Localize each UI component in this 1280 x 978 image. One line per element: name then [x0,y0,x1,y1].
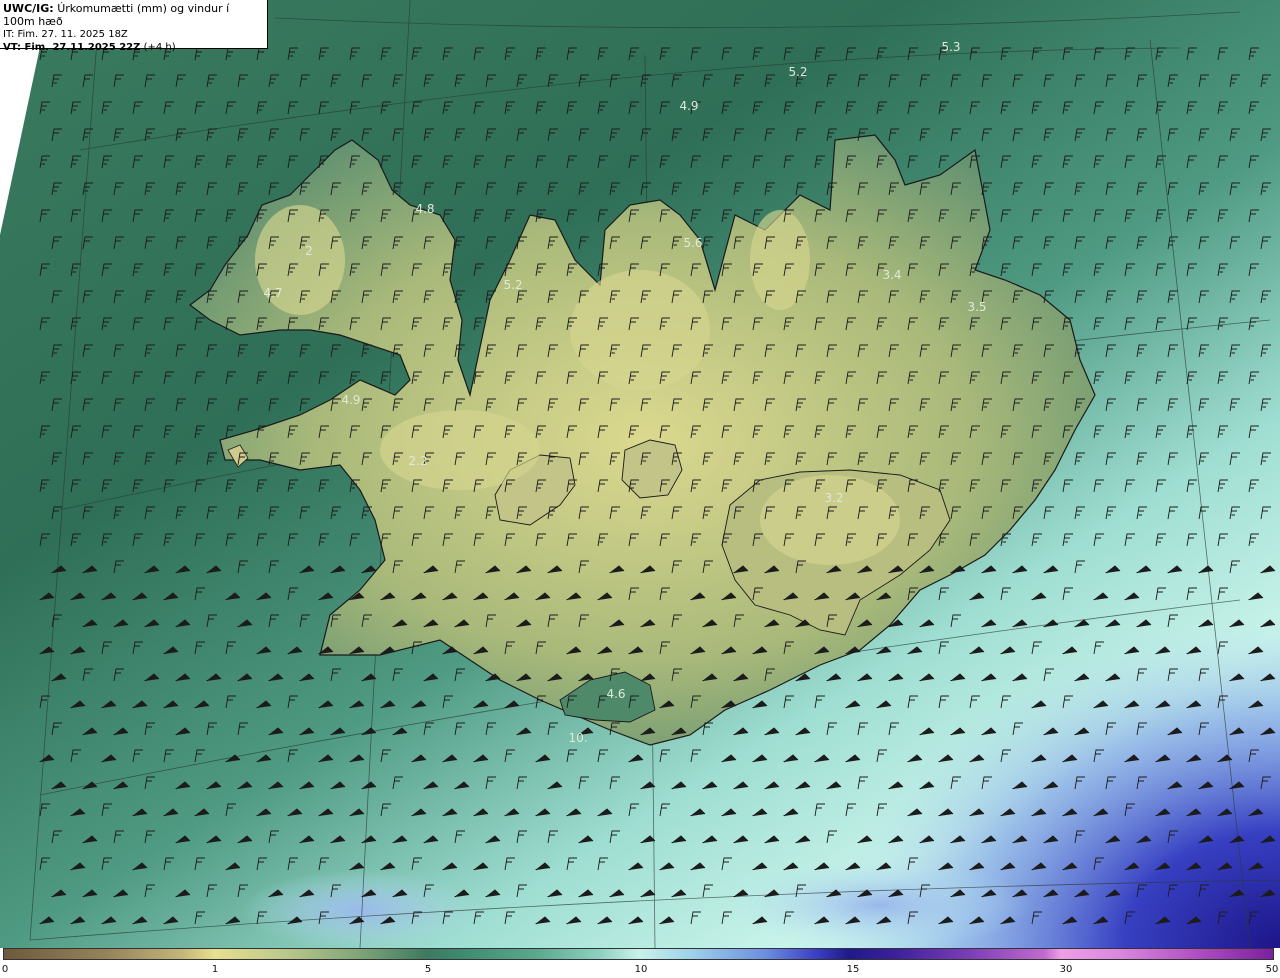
model-id: UWC/IG: [3,2,54,15]
colorbar-tick-label: 30 [1059,964,1073,975]
map-info-box: UWC/IG: Úrkomumætti (mm) og vindur í 100… [0,0,268,53]
precip-value-label: 4.7 [263,286,283,300]
precip-value-label: 5.3 [941,40,961,54]
precip-value-label: 4.9 [341,393,361,407]
valid-time-line: VT: Fim. 27.11.2025 22Z (+4 h) [3,41,264,54]
issue-time: IT: Fim. 27. 11. 2025 18Z [3,29,128,40]
colorbar-tick-label: 5 [424,964,432,975]
precip-value-label: 5.2 [503,278,523,292]
precip-value-label: 5.2 [788,65,808,79]
precip-value-label: 4.8 [415,202,435,216]
colorbar-tick-label: 0 [1,964,9,975]
lead-time: (+4 h) [143,42,176,53]
precip-value-label: 2 [305,244,313,258]
precip-value-label: 3.2 [824,491,844,505]
colorbar-tick-label: 1 [211,964,219,975]
precip-value-label: 3.4 [882,268,902,282]
precip-value-label: 2.2 [408,454,428,468]
precip-value-label: 4.9 [679,99,699,113]
precip-value-label: 10. [568,731,588,745]
colorbar-tick-label: 10 [634,964,648,975]
precip-value-label: 4.6 [606,687,626,701]
precip-value-label: 3.5 [967,300,987,314]
map-area: 5.3 5.2 4.9 4.8 5.6 2 3.4 5.2 4.7 3.5 4.9 2.2 3.2 4.6… [0,0,1280,948]
colorbar [3,948,1274,960]
precip-value-label: 5.6 [683,236,703,250]
south-precip-patch-2 [730,860,1030,948]
colorbar-tick-label: 50 [1265,964,1279,975]
header-line-1: UWC/IG: Úrkomumætti (mm) og vindur í 100… [3,2,264,28]
valid-time: VT: Fim. 27.11.2025 22Z [3,42,141,53]
precipitation-wind-map [0,0,1280,948]
colorbar-tick-label: 15 [846,964,860,975]
south-precip-patch [240,870,480,948]
